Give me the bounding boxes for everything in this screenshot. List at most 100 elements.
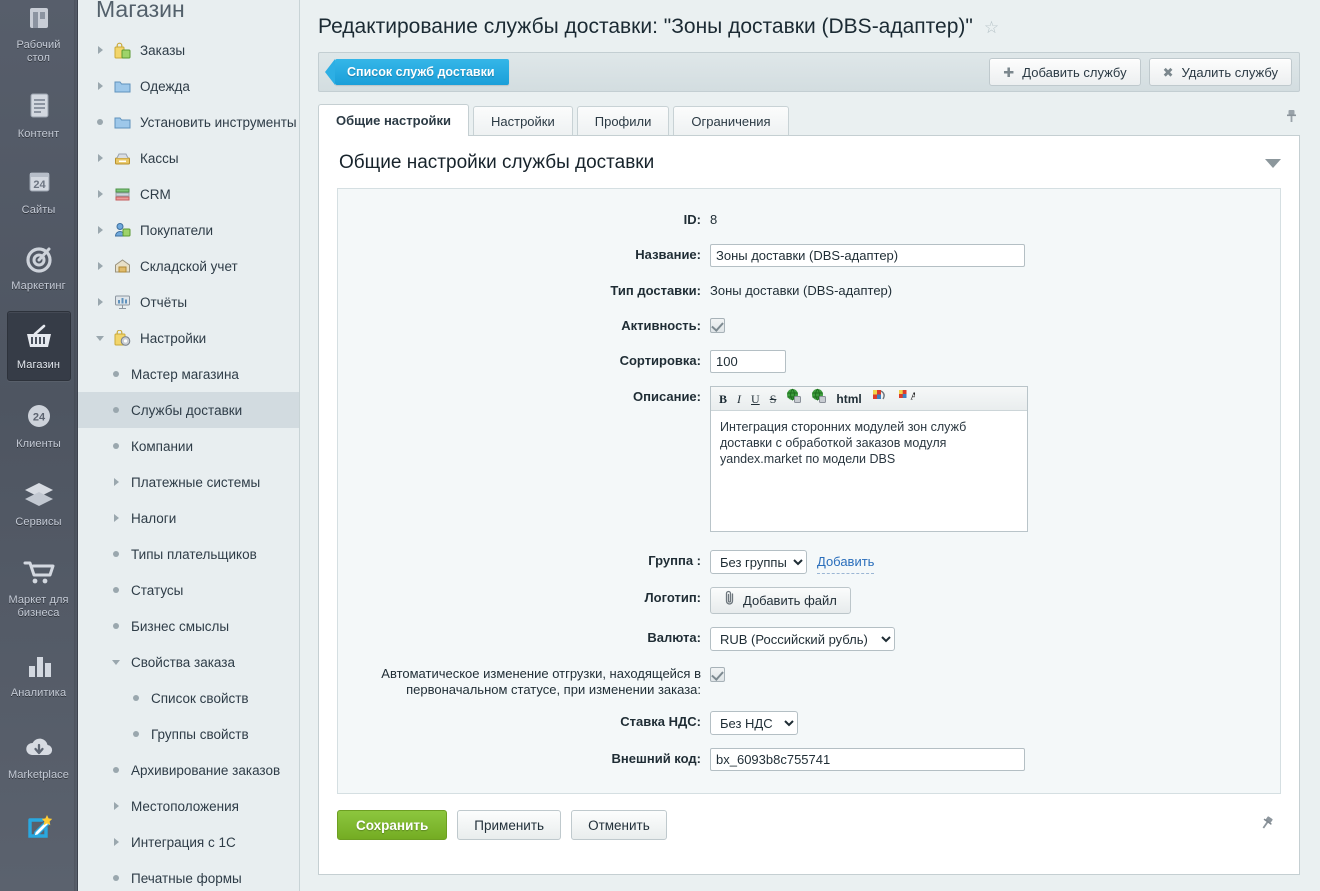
tab-label: Ограничения	[691, 114, 771, 129]
pin-icon[interactable]	[1258, 815, 1275, 835]
pin-icon[interactable]	[1285, 109, 1298, 130]
tab-general-settings[interactable]: Общие настройки	[318, 104, 469, 136]
strikethrough-icon[interactable]: S	[770, 388, 777, 410]
expand-arrow-icon[interactable]	[92, 190, 108, 198]
back-to-list-button[interactable]: Список служб доставки	[325, 59, 509, 85]
nav-item-label: Установить инструменты и	[140, 114, 299, 130]
nav-item-payment-systems[interactable]: Платежные системы	[78, 464, 299, 500]
add-file-label: Добавить файл	[743, 592, 837, 608]
underline-icon[interactable]: U	[751, 388, 760, 410]
nav-item-cashboxes[interactable]: Кассы	[78, 140, 299, 176]
rail-item-clients[interactable]: 24 Клиенты	[7, 391, 71, 459]
rail-item-shop[interactable]: Магазин	[6, 311, 71, 381]
expand-arrow-icon[interactable]	[108, 514, 124, 522]
tab-restrictions[interactable]: Ограничения	[673, 106, 789, 136]
rail-item-marketing[interactable]: Маркетинг	[7, 233, 71, 301]
nav-item-settings[interactable]: Настройки	[78, 320, 299, 356]
delete-service-button[interactable]: ✖ Удалить службу	[1148, 58, 1292, 86]
nav-item-warehouse[interactable]: Складской учет	[78, 248, 299, 284]
background-color-icon[interactable]	[872, 388, 888, 410]
nav-item-orders[interactable]: Заказы	[78, 32, 299, 68]
rail-item-market-for-business[interactable]: Маркет для бизнеса	[7, 547, 71, 628]
name-input[interactable]	[710, 244, 1025, 267]
external-code-input[interactable]	[710, 748, 1025, 771]
nav-item-payer-types[interactable]: Типы плательщиков	[78, 536, 299, 572]
nav-item-clothing[interactable]: Одежда	[78, 68, 299, 104]
html-source-icon[interactable]: html	[836, 388, 861, 410]
nav-item-companies[interactable]: Компании	[78, 428, 299, 464]
active-checkbox[interactable]	[710, 318, 725, 333]
nav-item-statuses[interactable]: Статусы	[78, 572, 299, 608]
insert-link-icon[interactable]	[786, 388, 802, 410]
nav-item-taxes[interactable]: Налоги	[78, 500, 299, 536]
currency-select[interactable]: RUB (Российский рубль)	[710, 627, 895, 651]
form-row-sort: Сортировка:	[338, 350, 1280, 373]
remove-link-icon[interactable]	[811, 388, 827, 410]
external-code-label: Внешний код:	[611, 751, 701, 766]
expand-arrow-icon[interactable]	[108, 838, 124, 846]
expand-arrow-icon[interactable]	[92, 298, 108, 306]
save-button[interactable]: Сохранить	[337, 810, 448, 840]
description-text[interactable]: Интеграция сторонних модулей зон служб д…	[711, 411, 1027, 531]
nav-item-install-tools[interactable]: Установить инструменты и	[78, 104, 299, 140]
add-file-button[interactable]: Добавить файл	[710, 587, 851, 614]
rail-item-services[interactable]: Сервисы	[7, 469, 71, 537]
bold-icon[interactable]: B	[719, 388, 727, 410]
add-service-button[interactable]: ✚ Добавить службу	[989, 58, 1141, 86]
nav-item-properties-list[interactable]: Список свойств	[78, 680, 299, 716]
expand-arrow-icon[interactable]	[92, 226, 108, 234]
tab-bar: Общие настройки Настройки Профили Ограни…	[318, 104, 1300, 136]
rail-item-content[interactable]: Контент	[7, 81, 71, 149]
nav-item-print-forms[interactable]: Печатные формы	[78, 860, 299, 891]
nav-item-crm[interactable]: CRM	[78, 176, 299, 212]
vat-select[interactable]: Без НДС	[710, 711, 798, 735]
cancel-button[interactable]: Отменить	[571, 810, 667, 840]
tab-profiles[interactable]: Профили	[576, 106, 670, 136]
nav-item-reports[interactable]: Отчёты	[78, 284, 299, 320]
expand-arrow-icon[interactable]	[108, 802, 124, 810]
nav-item-shop-wizard[interactable]: Мастер магазина	[78, 356, 299, 392]
collapse-arrow-icon[interactable]	[92, 335, 108, 341]
group-select[interactable]: Без группы	[710, 550, 807, 574]
svg-text:24: 24	[32, 412, 45, 424]
apply-button[interactable]: Применить	[457, 810, 562, 840]
rail-item-analytics[interactable]: Аналитика	[7, 640, 71, 708]
nav-item-label: Покупатели	[140, 222, 214, 238]
expand-arrow-icon[interactable]	[92, 262, 108, 270]
expand-arrow-icon[interactable]	[92, 46, 108, 54]
nav-item-buyers[interactable]: Покупатели	[78, 212, 299, 248]
star-icon[interactable]: ☆	[984, 19, 999, 36]
tab-settings[interactable]: Настройки	[473, 106, 573, 136]
nav-item-delivery-services[interactable]: Службы доставки	[78, 392, 299, 428]
form-row-autoship: Автоматическое изменение отгрузки, наход…	[338, 664, 1280, 698]
delivery-type-label: Тип доставки:	[610, 283, 701, 298]
nav-item-business-meanings[interactable]: Бизнес смыслы	[78, 608, 299, 644]
rail-item-sites[interactable]: 24 Сайты	[7, 157, 71, 225]
toolbar-right-buttons: ✚ Добавить службу ✖ Удалить службу	[989, 58, 1292, 86]
nav-item-order-properties[interactable]: Свойства заказа	[78, 644, 299, 680]
expand-arrow-icon[interactable]	[92, 82, 108, 90]
nav-item-order-archiving[interactable]: Архивирование заказов	[78, 752, 299, 788]
expand-arrow-icon[interactable]	[92, 154, 108, 162]
nav-item-label: Платежные системы	[131, 474, 261, 490]
nav-item-label: Бизнес смыслы	[131, 618, 230, 634]
chevron-down-icon[interactable]	[1265, 158, 1281, 168]
rail-item-marketplace[interactable]: Marketplace	[7, 722, 71, 790]
form-row-currency: Валюта: RUB (Российский рубль)	[338, 627, 1280, 651]
rail-item-desktop[interactable]: Рабочий стол	[7, 0, 71, 73]
autoship-checkbox[interactable]	[710, 667, 725, 682]
nav-item-locations[interactable]: Местоположения	[78, 788, 299, 824]
add-group-link[interactable]: Добавить	[817, 551, 875, 574]
cart-icon	[7, 556, 71, 590]
font-color-icon[interactable]: A	[898, 388, 918, 410]
target-icon	[7, 242, 71, 276]
italic-icon[interactable]: I	[737, 388, 741, 410]
nav-item-property-groups[interactable]: Группы свойств	[78, 716, 299, 752]
rail-item-site-edit[interactable]	[7, 802, 71, 853]
sort-input[interactable]	[710, 350, 786, 373]
expand-arrow-icon[interactable]	[108, 478, 124, 486]
bullet-icon	[108, 767, 124, 773]
collapse-arrow-icon[interactable]	[108, 659, 124, 665]
nav-item-1c-integration[interactable]: Интеграция с 1С	[78, 824, 299, 860]
delete-service-label: Удалить службу	[1181, 64, 1278, 80]
